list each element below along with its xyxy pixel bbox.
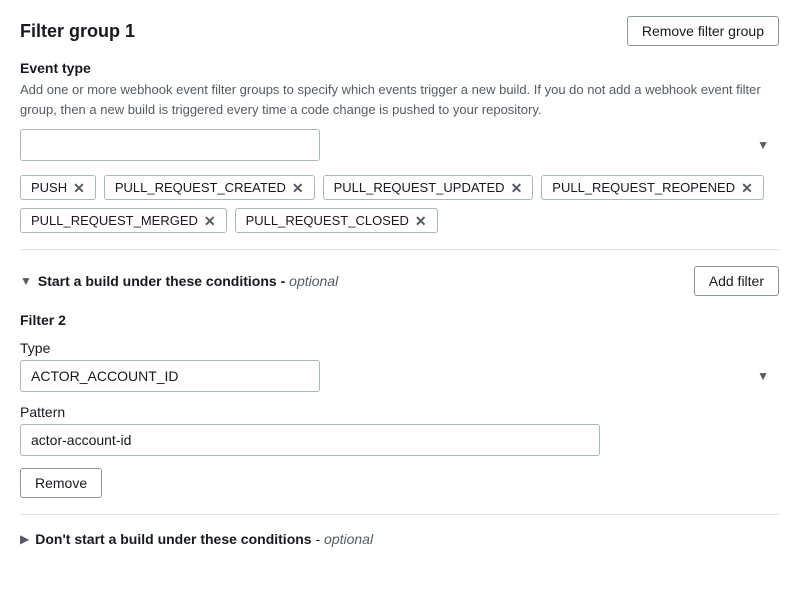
tag-push-remove[interactable]: ✕ xyxy=(73,181,85,195)
tag-pull-request-closed: PULL_REQUEST_CLOSED ✕ xyxy=(235,208,438,233)
dont-start-conditions-arrow-icon: ▶ xyxy=(20,532,29,546)
type-select-arrow-icon: ▼ xyxy=(757,369,769,383)
tag-pull-request-merged: PULL_REQUEST_MERGED ✕ xyxy=(20,208,227,233)
start-conditions-arrow-icon: ▼ xyxy=(20,274,32,288)
tag-pull-request-merged-label: PULL_REQUEST_MERGED xyxy=(31,213,198,228)
tag-pull-request-created-label: PULL_REQUEST_CREATED xyxy=(115,180,286,195)
tag-pull-request-updated-remove[interactable]: ✕ xyxy=(511,181,523,195)
event-type-dropdown-container: PUSH PULL_REQUEST_CREATED PULL_REQUEST_U… xyxy=(20,129,779,161)
start-conditions-label: Start a build under these conditions - o… xyxy=(38,273,338,289)
remove-filter-group-button[interactable]: Remove filter group xyxy=(627,16,779,46)
add-filter-button[interactable]: Add filter xyxy=(694,266,779,296)
dont-start-dash: - xyxy=(315,531,324,547)
dont-start-conditions-row[interactable]: ▶ Don't start a build under these condit… xyxy=(20,531,779,547)
pattern-label: Pattern xyxy=(20,404,779,420)
filter-2-section: Filter 2 Type ACTOR_ACCOUNT_ID HEAD_REF … xyxy=(20,312,779,498)
pattern-input[interactable] xyxy=(20,424,600,456)
type-select[interactable]: ACTOR_ACCOUNT_ID HEAD_REF BASE_REF FILE_… xyxy=(20,360,320,392)
tag-pull-request-reopened: PULL_REQUEST_REOPENED ✕ xyxy=(541,175,764,200)
tag-push: PUSH ✕ xyxy=(20,175,96,200)
start-conditions-row: ▼ Start a build under these conditions -… xyxy=(20,266,779,296)
tag-pull-request-updated: PULL_REQUEST_UPDATED ✕ xyxy=(323,175,534,200)
dont-start-conditions-text: Don't start a build under these conditio… xyxy=(35,531,311,547)
tag-pull-request-created-remove[interactable]: ✕ xyxy=(292,181,304,195)
tag-pull-request-reopened-remove[interactable]: ✕ xyxy=(741,181,753,195)
tag-pull-request-merged-remove[interactable]: ✕ xyxy=(204,214,216,228)
event-type-label: Event type xyxy=(20,60,779,76)
tag-pull-request-updated-label: PULL_REQUEST_UPDATED xyxy=(334,180,505,195)
tag-push-label: PUSH xyxy=(31,180,67,195)
event-type-dropdown-arrow: ▼ xyxy=(757,138,769,152)
event-type-select[interactable]: PUSH PULL_REQUEST_CREATED PULL_REQUEST_U… xyxy=(20,129,320,161)
pattern-field-group: Pattern xyxy=(20,404,779,456)
filter-2-title: Filter 2 xyxy=(20,312,779,328)
event-type-section: Event type Add one or more webhook event… xyxy=(20,60,779,233)
tag-pull-request-reopened-label: PULL_REQUEST_REOPENED xyxy=(552,180,735,195)
divider xyxy=(20,249,779,250)
type-label: Type xyxy=(20,340,779,356)
event-type-description: Add one or more webhook event filter gro… xyxy=(20,80,779,119)
start-conditions-toggle[interactable]: ▼ Start a build under these conditions -… xyxy=(20,273,338,289)
tag-pull-request-closed-remove[interactable]: ✕ xyxy=(415,214,427,228)
remove-filter-button[interactable]: Remove xyxy=(20,468,102,498)
start-conditions-dash: - xyxy=(281,273,290,289)
bottom-divider xyxy=(20,514,779,515)
type-field-group: Type ACTOR_ACCOUNT_ID HEAD_REF BASE_REF … xyxy=(20,340,779,392)
type-select-container: ACTOR_ACCOUNT_ID HEAD_REF BASE_REF FILE_… xyxy=(20,360,779,392)
tag-pull-request-created: PULL_REQUEST_CREATED ✕ xyxy=(104,175,315,200)
dont-start-conditions-label: Don't start a build under these conditio… xyxy=(35,531,373,547)
filter-group-title: Filter group 1 xyxy=(20,21,135,42)
tag-pull-request-closed-label: PULL_REQUEST_CLOSED xyxy=(246,213,409,228)
filter-group-header: Filter group 1 Remove filter group xyxy=(20,16,779,46)
event-type-tags: PUSH ✕ PULL_REQUEST_CREATED ✕ PULL_REQUE… xyxy=(20,175,779,233)
